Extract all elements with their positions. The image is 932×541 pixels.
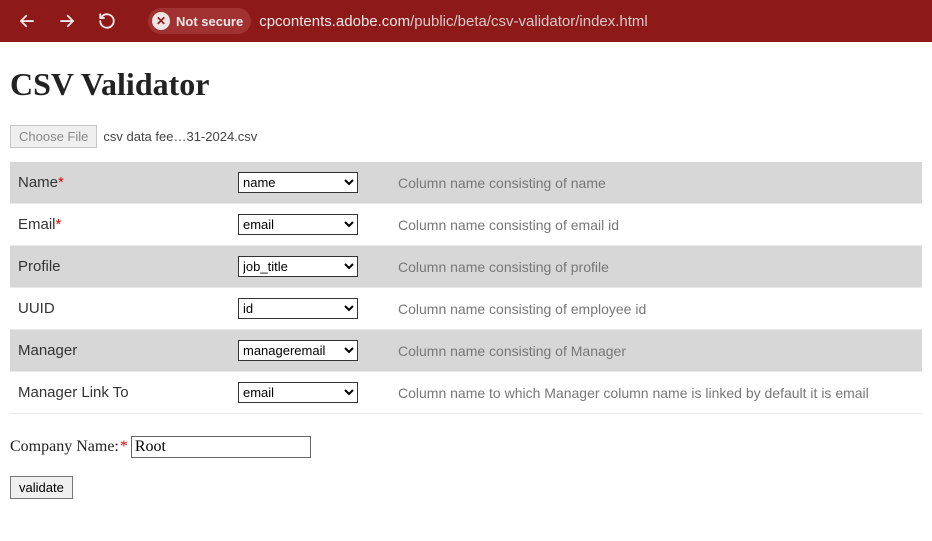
table-row: Profile job_title Column name consisting…: [10, 246, 922, 288]
manager-link-to-select[interactable]: email: [238, 382, 358, 403]
manager-select[interactable]: manageremail: [238, 340, 358, 361]
table-row: Manager manageremail Column name consist…: [10, 330, 922, 372]
fields-table: Name* name Column name consisting of nam…: [10, 162, 922, 414]
table-row: Email* email Column name consisting of e…: [10, 204, 922, 246]
table-row: Name* name Column name consisting of nam…: [10, 162, 922, 204]
uuid-select[interactable]: id: [238, 298, 358, 319]
page-content: CSV Validator Choose File csv data fee…3…: [0, 42, 932, 509]
choose-file-button[interactable]: Choose File: [10, 125, 97, 148]
url-host: cpcontents.adobe.com: [259, 13, 410, 30]
field-label: Name*: [10, 162, 230, 204]
file-input-row: Choose File csv data fee…31-2024.csv: [10, 125, 922, 148]
required-mark: *: [120, 438, 128, 456]
email-select[interactable]: email: [238, 214, 358, 235]
validate-button[interactable]: validate: [10, 476, 73, 499]
not-secure-label: Not secure: [176, 14, 243, 29]
table-row: UUID id Column name consisting of employ…: [10, 288, 922, 330]
browser-bar: ✕ Not secure cpcontents.adobe.com/public…: [0, 0, 932, 42]
company-name-input[interactable]: [131, 436, 311, 458]
field-desc: Column name consisting of name: [390, 162, 922, 204]
profile-select[interactable]: job_title: [238, 256, 358, 277]
chosen-file-name: csv data fee…31-2024.csv: [103, 129, 257, 144]
page-title: CSV Validator: [10, 66, 922, 103]
not-secure-icon: ✕: [152, 12, 170, 30]
field-label: Manager Link To: [10, 372, 230, 414]
field-desc: Column name consisting of profile: [390, 246, 922, 288]
url-path: /public/beta/csv-validator/index.html: [410, 13, 648, 30]
field-label: Email*: [10, 204, 230, 246]
field-label: Manager: [10, 330, 230, 372]
field-desc: Column name consisting of employee id: [390, 288, 922, 330]
field-desc: Column name consisting of Manager: [390, 330, 922, 372]
field-label: Profile: [10, 246, 230, 288]
back-icon[interactable]: [14, 8, 40, 34]
security-badge[interactable]: ✕ Not secure: [148, 8, 251, 34]
forward-icon[interactable]: [54, 8, 80, 34]
table-row: Manager Link To email Column name to whi…: [10, 372, 922, 414]
company-row: Company Name:*: [10, 436, 922, 458]
url-display[interactable]: cpcontents.adobe.com/public/beta/csv-val…: [259, 13, 648, 30]
company-label: Company Name:: [10, 438, 119, 456]
field-desc: Column name to which Manager column name…: [390, 372, 922, 414]
field-desc: Column name consisting of email id: [390, 204, 922, 246]
field-label: UUID: [10, 288, 230, 330]
name-select[interactable]: name: [238, 172, 358, 193]
reload-icon[interactable]: [94, 8, 120, 34]
